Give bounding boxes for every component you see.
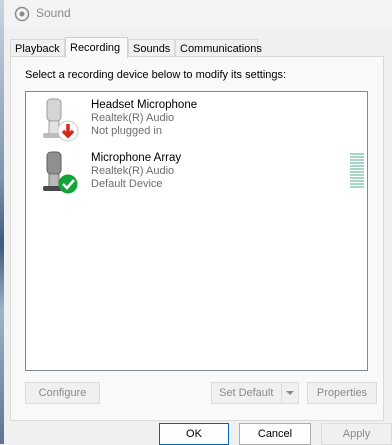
microphone-icon (43, 151, 78, 194)
device-name: Headset Microphone (91, 99, 198, 111)
device-driver: Realtek(R) Audio (91, 112, 175, 124)
set-default-button[interactable]: Set Default (211, 382, 299, 404)
level-meter-bar (350, 156, 364, 158)
level-meter-bar (350, 153, 364, 155)
device-microphone-array[interactable]: Microphone Array Realtek(R) Audio Defaul… (26, 150, 367, 200)
level-meter-bar (350, 174, 364, 176)
tab-recording[interactable]: Recording (65, 37, 128, 58)
instruction-text: Select a recording device below to modif… (25, 69, 287, 81)
window-title: Sound (36, 6, 71, 20)
tab-communications[interactable]: Communications (175, 39, 262, 57)
level-meter-bar (350, 171, 364, 173)
configure-button[interactable]: Configure (25, 382, 100, 404)
recording-panel: Select a recording device below to modif… (10, 56, 384, 421)
ok-button[interactable]: OK (159, 423, 229, 445)
device-status: Not plugged in (91, 125, 162, 137)
level-meter-bar (350, 168, 364, 170)
device-list[interactable]: Headset Microphone Realtek(R) Audio Not … (25, 91, 368, 371)
apply-button[interactable]: Apply (321, 423, 392, 445)
device-headset-microphone[interactable]: Headset Microphone Realtek(R) Audio Not … (26, 97, 367, 147)
tab-sounds[interactable]: Sounds (128, 39, 175, 57)
set-default-dropdown[interactable] (281, 383, 298, 403)
level-meter-bar (350, 186, 364, 188)
microphone-icon (43, 98, 79, 142)
desktop-background-strip (0, 0, 4, 444)
level-meter-bar (350, 183, 364, 185)
device-status: Default Device (91, 178, 163, 190)
chevron-down-icon (286, 391, 294, 395)
device-driver: Realtek(R) Audio (91, 165, 175, 177)
level-meter-bar (350, 177, 364, 179)
level-meter (350, 153, 364, 189)
level-meter-bar (350, 162, 364, 164)
cancel-button[interactable]: Cancel (239, 423, 311, 445)
level-meter-bar (350, 180, 364, 182)
level-meter-bar (350, 159, 364, 161)
tab-playback[interactable]: Playback (10, 39, 65, 57)
level-meter-bar (350, 165, 364, 167)
title-bar[interactable]: Sound (4, 0, 392, 28)
speaker-icon (14, 6, 30, 22)
set-default-label: Set Default (219, 387, 274, 399)
green-check-icon (58, 174, 78, 194)
properties-button[interactable]: Properties (307, 382, 377, 404)
device-name: Microphone Array (91, 152, 182, 164)
